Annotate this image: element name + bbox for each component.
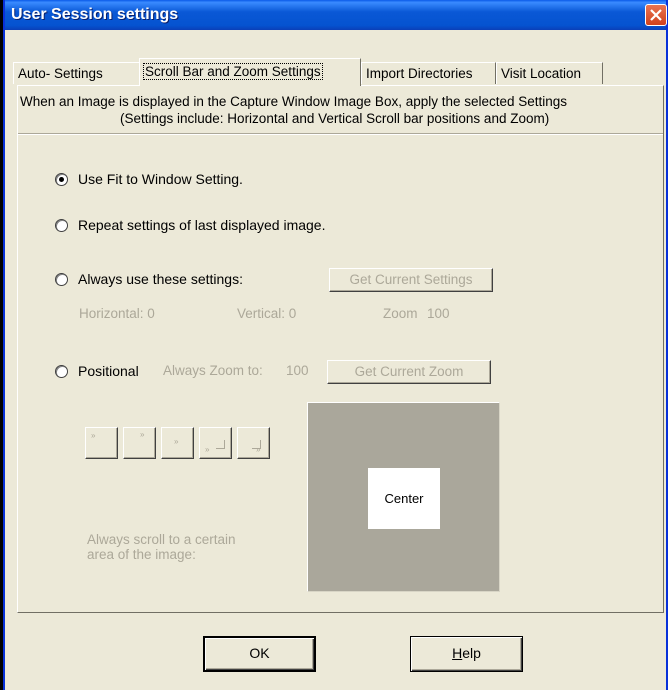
arrow-top-icon: » xyxy=(140,430,145,439)
radio-always-use[interactable] xyxy=(55,272,68,286)
horizontal-value: Horizontal: 0 xyxy=(79,306,155,321)
label-positional: Positional xyxy=(78,363,139,379)
vertical-value: Vertical: 0 xyxy=(237,306,297,321)
position-top-button[interactable]: » xyxy=(123,427,156,459)
title-bar[interactable]: User Session settings xyxy=(5,0,667,30)
ok-button[interactable]: OK xyxy=(203,636,316,672)
option-positional[interactable]: Positional xyxy=(55,362,139,380)
tab-import-directories[interactable]: Import Directories xyxy=(361,62,496,84)
always-zoom-label: Always Zoom to: xyxy=(163,363,263,378)
position-bottom-right-button[interactable]: » xyxy=(237,427,270,459)
description-line-1: When an Image is displayed in the Captur… xyxy=(20,94,568,109)
zoom-label: Zoom xyxy=(383,306,418,321)
option-fit-to-window[interactable]: Use Fit to Window Setting. xyxy=(55,170,243,188)
radio-positional[interactable] xyxy=(55,364,68,378)
zoom-value: 100 xyxy=(427,306,450,321)
preview-center-box: Center xyxy=(368,468,440,529)
option-repeat-last[interactable]: Repeat settings of last displayed image. xyxy=(55,216,325,234)
corner-icon xyxy=(216,440,225,449)
close-button[interactable] xyxy=(645,4,667,26)
position-bottom-left-button[interactable]: » xyxy=(199,427,232,459)
tab-label: Import Directories xyxy=(366,66,473,81)
position-top-left-button[interactable]: » xyxy=(85,427,118,459)
close-icon xyxy=(650,9,662,21)
tab-scroll-bar-zoom[interactable]: Scroll Bar and Zoom Settings xyxy=(139,58,361,86)
scroll-hint: Always scroll to a certain area of the i… xyxy=(87,532,236,562)
label-always-use: Always use these settings: xyxy=(78,271,243,287)
corner-icon xyxy=(252,440,261,449)
description-line-2: (Settings include: Horizontal and Vertic… xyxy=(120,111,550,126)
window-title: User Session settings xyxy=(11,6,179,23)
get-current-zoom-button[interactable]: Get Current Zoom xyxy=(327,360,491,384)
radio-fit-to-window[interactable] xyxy=(55,172,68,186)
tab-label: Scroll Bar and Zoom Settings xyxy=(143,63,323,80)
center-dot-icon: » xyxy=(174,437,179,446)
tab-label: Visit Location xyxy=(501,66,582,81)
label-repeat-last: Repeat settings of last displayed image. xyxy=(78,217,326,233)
arrow-bottom-left-icon: » xyxy=(205,445,210,454)
get-current-settings-button[interactable]: Get Current Settings xyxy=(329,268,493,292)
label-fit-to-window: Use Fit to Window Setting. xyxy=(78,171,243,187)
dialog-window: User Session settings Auto- Settings Scr… xyxy=(3,0,668,690)
scroll-hint-line-2: area of the image: xyxy=(87,547,196,562)
tab-visit-location[interactable]: Visit Location xyxy=(496,62,603,84)
option-always-use[interactable]: Always use these settings: xyxy=(55,270,243,288)
radio-repeat-last[interactable] xyxy=(55,218,68,232)
help-button[interactable]: Help xyxy=(410,636,523,672)
position-center-button[interactable]: » xyxy=(161,427,194,459)
separator xyxy=(18,133,663,135)
tab-auto-settings[interactable]: Auto- Settings xyxy=(13,62,140,84)
always-zoom-value: 100 xyxy=(286,363,309,378)
position-preview[interactable]: Center xyxy=(307,402,500,592)
scroll-hint-line-1: Always scroll to a certain xyxy=(87,532,236,547)
panel-description: When an Image is displayed in the Captur… xyxy=(20,93,666,127)
tab-label: Auto- Settings xyxy=(18,66,103,81)
arrow-top-left-icon: » xyxy=(91,431,96,440)
